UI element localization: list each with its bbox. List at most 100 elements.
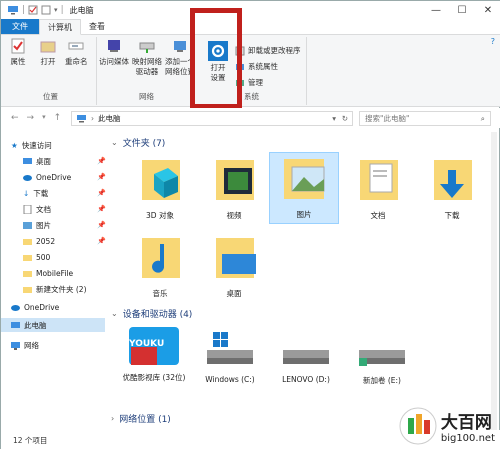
watermark-url: big100.net bbox=[440, 433, 495, 444]
folder-tile-documents[interactable]: 文档 bbox=[343, 154, 413, 221]
cloud-icon bbox=[23, 174, 32, 181]
rename-label: 重命名 bbox=[65, 57, 88, 66]
sidebar-item-mobilefile[interactable]: MobileFile bbox=[23, 266, 73, 280]
pin-icon[interactable]: 📌 bbox=[97, 205, 106, 213]
pin-icon[interactable]: 📌 bbox=[97, 189, 106, 197]
customize-qat-icon[interactable]: ▾ bbox=[54, 6, 58, 14]
rename-button[interactable]: 重命名 bbox=[65, 37, 88, 67]
sidebar-item-desktop[interactable]: 桌面 bbox=[23, 154, 51, 168]
tab-view[interactable]: 查看 bbox=[81, 19, 113, 34]
help-icon[interactable]: ? bbox=[491, 37, 495, 46]
pin-icon[interactable]: 📌 bbox=[97, 237, 106, 245]
folder-tile-music[interactable]: 音乐 bbox=[125, 232, 195, 299]
close-button[interactable]: ✕ bbox=[475, 1, 500, 19]
uninstall-button[interactable]: 卸载或更改程序 bbox=[235, 45, 301, 56]
windows-drive-icon bbox=[207, 332, 253, 364]
tab-computer[interactable]: 计算机 bbox=[39, 19, 81, 35]
devices-section-header[interactable]: ⌄ 设备和驱动器 (4) bbox=[111, 307, 192, 320]
window-title: 此电脑 bbox=[69, 5, 94, 15]
breadcrumb[interactable]: 此电脑 bbox=[98, 113, 121, 124]
open-folder-icon bbox=[40, 41, 56, 53]
map-drive-button[interactable]: 映射网络驱动器 bbox=[131, 37, 163, 77]
sidebar-item-label: OneDrive bbox=[24, 302, 60, 312]
folder-tile-desktop[interactable]: 桌面 bbox=[199, 232, 269, 299]
star-icon: ★ bbox=[11, 140, 18, 150]
tile-label: 下载 bbox=[444, 211, 460, 220]
youku-logo: YOUKU bbox=[129, 339, 165, 349]
open-label: 打开 bbox=[40, 57, 56, 66]
folder-tile-downloads[interactable]: 下载 bbox=[417, 154, 487, 221]
tile-label: 音乐 bbox=[152, 289, 168, 298]
scrollbar[interactable] bbox=[491, 132, 497, 430]
up-arrow-icon[interactable]: ↑ bbox=[54, 113, 62, 123]
network-header-label: 网络位置 (1) bbox=[119, 415, 171, 425]
search-icon: ⌕ bbox=[480, 113, 485, 123]
drive-e[interactable]: 新加卷 (E:) bbox=[345, 328, 419, 386]
sidebar-item-label: 2052 bbox=[36, 236, 56, 246]
download-icon bbox=[434, 160, 472, 200]
search-input[interactable]: 搜索"此电脑" ⌕ bbox=[359, 111, 491, 126]
video-icon bbox=[216, 160, 254, 200]
sidebar-item-onedrive[interactable]: OneDrive bbox=[23, 170, 71, 184]
ribbon: 属性 打开 重命名 位置 访问媒体 映射网络驱动器 添加一个网络位置 网络 打开… bbox=[1, 35, 500, 107]
sidebar-item-500[interactable]: 500 bbox=[23, 250, 50, 264]
picture-icon bbox=[23, 221, 32, 229]
access-media-label: 访问媒体 bbox=[99, 57, 129, 66]
sidebar-item-network[interactable]: 网络 bbox=[11, 338, 39, 352]
properties-icon[interactable] bbox=[28, 5, 38, 15]
new-folder-icon[interactable] bbox=[41, 5, 51, 15]
sidebar-item-this-pc[interactable]: 此电脑 bbox=[1, 318, 105, 332]
drive-d[interactable]: LENOVO (D:) bbox=[269, 328, 343, 384]
pin-icon[interactable]: 📌 bbox=[97, 173, 106, 181]
music-icon bbox=[142, 238, 180, 278]
sidebar-item-label: 网络 bbox=[24, 340, 39, 350]
system-properties-label: 系统属性 bbox=[248, 62, 278, 71]
drive-youku[interactable]: YOUKU 优酷影视库 (32位) bbox=[117, 325, 191, 383]
tab-file[interactable]: 文件 bbox=[1, 19, 39, 34]
forward-arrow-icon[interactable]: → bbox=[27, 113, 35, 123]
sidebar-item-2052[interactable]: 2052 bbox=[23, 234, 55, 248]
tile-label: 桌面 bbox=[226, 289, 242, 298]
address-box[interactable]: › 此电脑 ▾ ↻ bbox=[71, 111, 353, 126]
folder-tile-pictures[interactable]: 图片 bbox=[269, 152, 339, 224]
folders-section-header[interactable]: ⌄ 文件夹 (7) bbox=[111, 136, 165, 149]
sidebar-item-new-folder-2[interactable]: 新建文件夹 (2) bbox=[23, 282, 87, 296]
back-arrow-icon[interactable]: ← bbox=[11, 113, 19, 123]
open-button[interactable]: 打开 bbox=[39, 37, 57, 67]
sidebar-item-label: 快速访问 bbox=[21, 140, 52, 150]
minimize-button[interactable]: — bbox=[423, 1, 449, 19]
maximize-button[interactable]: ☐ bbox=[449, 1, 475, 19]
sidebar-item-documents[interactable]: 文档 bbox=[23, 202, 51, 216]
refresh-icon[interactable]: ↻ bbox=[342, 114, 348, 123]
recent-chevron-icon[interactable]: ▾ bbox=[42, 113, 46, 123]
breadcrumb-chevron-icon: › bbox=[91, 114, 94, 123]
uninstall-label: 卸载或更改程序 bbox=[248, 46, 301, 55]
folder-tile-3d-objects[interactable]: 3D 对象 bbox=[125, 154, 195, 221]
network-section-header[interactable]: › 网络位置 (1) bbox=[111, 412, 171, 425]
chevron-down-icon: ⌄ bbox=[111, 309, 118, 318]
address-dropdown-icon[interactable]: ▾ bbox=[332, 114, 336, 123]
content-pane: ⌄ 文件夹 (7) 3D 对象 视频 图片 文档 下载 音乐 桌面 ⌄ 设备和驱… bbox=[109, 132, 497, 430]
drive-c[interactable]: Windows (C:) bbox=[193, 328, 267, 384]
sidebar-item-pictures[interactable]: 图片 bbox=[23, 218, 51, 232]
explorer-window: | ▾ | 此电脑 — ☐ ✕ 文件 计算机 查看 属性 打开 重命名 位置 访… bbox=[0, 0, 500, 450]
properties-button[interactable]: 属性 bbox=[9, 37, 27, 67]
pin-icon[interactable]: 📌 bbox=[97, 221, 106, 229]
manage-label: 管理 bbox=[248, 78, 263, 87]
group-location-label: 位置 bbox=[43, 92, 58, 101]
sidebar-item-quick-access[interactable]: ★ 快速访问 bbox=[11, 138, 52, 152]
access-media-button[interactable]: 访问媒体 bbox=[99, 37, 129, 67]
sidebar-item-label: 图片 bbox=[36, 220, 51, 230]
nav-buttons: ← → ▾ ↑ bbox=[1, 113, 61, 123]
sidebar-item-downloads[interactable]: ↓ 下载 bbox=[23, 186, 48, 200]
sidebar-item-onedrive-root[interactable]: OneDrive bbox=[11, 300, 59, 314]
quick-access-toolbar: | ▾ | bbox=[1, 5, 64, 15]
check-properties-icon bbox=[11, 38, 25, 54]
document-icon bbox=[360, 160, 398, 200]
folder-tile-videos[interactable]: 视频 bbox=[199, 154, 269, 221]
tile-label: 文档 bbox=[370, 211, 386, 220]
chevron-down-icon: ⌄ bbox=[111, 138, 118, 147]
pin-icon[interactable]: 📌 bbox=[97, 157, 106, 165]
folder-icon bbox=[23, 254, 32, 261]
watermark: 大百网 big100.net bbox=[398, 406, 495, 446]
